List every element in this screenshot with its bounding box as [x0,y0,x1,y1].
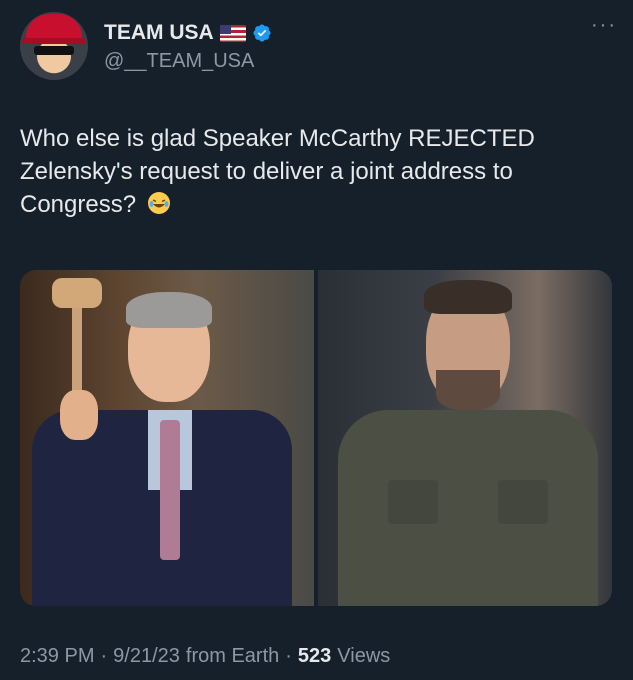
olive-shirt-shape [338,410,598,606]
hair-shape [424,280,512,314]
author-header: TEAM USA @__TEAM_USA [104,20,272,73]
tweet-text: Who else is glad Speaker McCarthy REJECT… [20,122,610,221]
photo-right[interactable] [318,270,612,606]
hair-shape [126,292,212,328]
tweet-text-content: Who else is glad Speaker McCarthy REJECT… [20,125,535,218]
us-flag-icon [219,24,246,42]
tie-shape [160,420,180,560]
more-options-icon[interactable]: ··· [591,15,617,35]
separator-dot: · [100,645,108,667]
tweet-source: from Earth [185,645,280,667]
separator-dot: · [285,645,292,667]
views-count[interactable]: 523 [298,645,331,668]
media-grid[interactable] [20,270,612,606]
author-name-row: TEAM USA [104,20,272,46]
author-handle[interactable]: @__TEAM_USA [104,50,272,73]
photo-left[interactable] [20,270,314,606]
gavel-handle-shape [72,300,82,400]
shirt-pocket-shape [388,480,438,524]
rolling-on-floor-laughing-emoji-icon [147,192,170,214]
tweet-card: TEAM USA @__TEAM_USA ··· Who else is gla… [0,0,633,680]
tweet-metadata: 2:39 PM · 9/21/23 from Earth · 523 Views [20,645,390,668]
tweet-time[interactable]: 2:39 PM [20,645,94,668]
views-label: Views [337,645,391,667]
verified-badge-icon [253,24,271,42]
author-name[interactable]: TEAM USA [104,21,214,45]
tweet-date[interactable]: 9/21/23 [113,645,180,668]
sunglasses-shape [34,46,74,55]
gavel-head-shape [52,278,102,308]
hat-brim-shape [22,38,86,44]
hand-shape [60,390,98,440]
shirt-pocket-shape [498,480,548,524]
beard-shape [436,370,500,410]
avatar[interactable] [20,12,88,80]
